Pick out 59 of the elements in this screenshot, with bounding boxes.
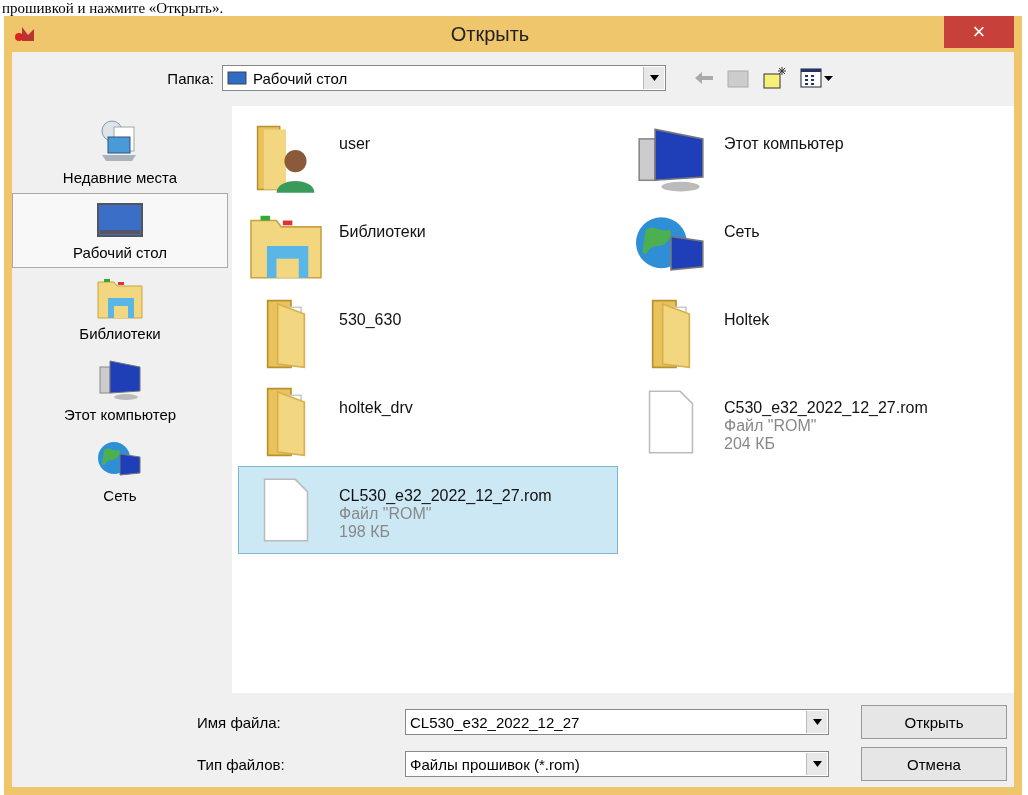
app-logo-icon xyxy=(14,25,36,43)
filetype-dropdown[interactable]: Файлы прошивок (*.rom) xyxy=(405,751,829,777)
folder-icon xyxy=(266,387,306,457)
places-item[interactable]: Библиотеки xyxy=(12,268,228,349)
window-title: Открыть xyxy=(449,22,531,46)
caret-icon xyxy=(812,761,822,767)
file-type: Файл "ROM" xyxy=(339,505,433,523)
file-name: CL530_e32_2022_12_27.rom xyxy=(339,487,552,505)
folder-icon xyxy=(651,299,691,369)
places-label: Сеть xyxy=(103,487,137,504)
file-name: user xyxy=(339,135,371,153)
dropdown-button[interactable] xyxy=(806,711,827,733)
file-item[interactable]: C530_e32_2022_12_27.rom Файл "ROM" 204 КБ xyxy=(623,378,1003,466)
caret-icon xyxy=(649,75,659,81)
filename-field[interactable]: CL530_e32_2022_12_27 xyxy=(405,709,829,735)
desktop-icon xyxy=(227,71,247,85)
file-item[interactable]: Сеть xyxy=(623,202,1003,290)
places-label: Недавние места xyxy=(62,169,178,186)
file-type: Файл "ROM" xyxy=(724,417,818,435)
file-name: holtek_drv xyxy=(339,399,413,417)
dropdown-button[interactable] xyxy=(806,753,827,775)
file-name: Holtek xyxy=(724,311,770,329)
places-item[interactable]: Этот компьютер xyxy=(12,349,228,430)
desktop-icon xyxy=(96,200,144,240)
file-item[interactable]: Этот компьютер xyxy=(623,114,1003,202)
file-name: Сеть xyxy=(724,223,760,241)
file-name: Этот компьютер xyxy=(724,135,844,153)
open-button[interactable]: Открыть xyxy=(861,705,1007,739)
page-text: прошивкой и нажмите «Открыть». xyxy=(1,0,225,16)
file-name: Библиотеки xyxy=(339,223,426,241)
file-item[interactable]: CL530_e32_2022_12_27.rom Файл "ROM" 198 КБ xyxy=(238,466,618,554)
view-menu-icon[interactable] xyxy=(800,67,834,89)
new-folder-icon[interactable] xyxy=(762,66,788,90)
folder-label: Папка: xyxy=(166,69,214,87)
caret-icon xyxy=(812,719,822,725)
places-item[interactable]: Недавние места xyxy=(12,110,228,193)
dropdown-button[interactable] xyxy=(643,67,664,89)
cancel-button[interactable]: Отмена xyxy=(861,747,1007,781)
close-button[interactable]: × xyxy=(944,16,1014,48)
places-label: Рабочий стол xyxy=(72,244,168,261)
places-label: Библиотеки xyxy=(79,325,161,342)
file-name: C530_e32_2022_12_27.rom xyxy=(724,399,928,417)
file-size: 198 КБ xyxy=(339,523,391,541)
places-item[interactable]: Рабочий стол xyxy=(12,193,228,268)
filetype-label: Тип файлов: xyxy=(197,755,286,773)
user-folder-icon xyxy=(256,123,316,193)
file-item[interactable]: Holtek xyxy=(623,290,1003,378)
file-item[interactable]: 530_630 xyxy=(238,290,618,378)
filename-label: Имя файла: xyxy=(197,713,282,731)
file-item[interactable]: user xyxy=(238,114,618,202)
folder-value: Рабочий стол xyxy=(253,69,348,87)
places-label: Этот компьютер xyxy=(63,406,177,423)
file-item[interactable]: Библиотеки xyxy=(238,202,618,290)
places-item[interactable]: Сеть xyxy=(12,430,228,511)
folder-dropdown[interactable]: Рабочий стол xyxy=(222,65,666,91)
file-size: 204 КБ xyxy=(724,435,776,453)
file-name: 530_630 xyxy=(339,311,402,329)
file-item[interactable]: holtek_drv xyxy=(238,378,618,466)
folder-icon xyxy=(266,299,306,369)
